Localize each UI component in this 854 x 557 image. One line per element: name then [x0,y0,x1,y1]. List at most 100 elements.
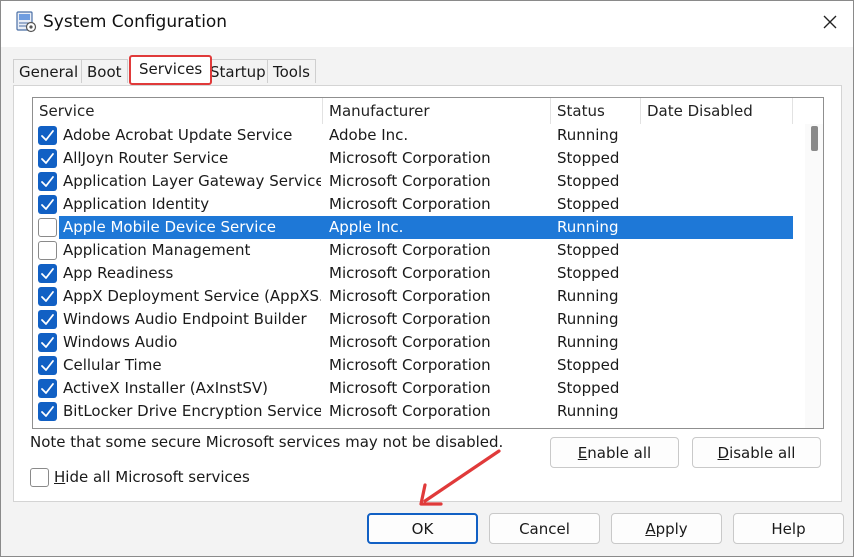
table-row[interactable]: Adobe Acrobat Update Service Adobe Inc. Ru… [33,124,805,147]
scrollbar-thumb[interactable] [811,126,818,151]
hide-microsoft-services-label: Hide all Microsoft services [54,468,250,486]
service-manufacturer: Microsoft Corporation [329,195,491,213]
service-manufacturer: Adobe Inc. [329,126,409,144]
ok-button[interactable]: OK [367,513,478,544]
service-manufacturer: Microsoft Corporation [329,149,491,167]
list-header: Service Manufacturer Status Date Disable… [33,98,823,124]
checkmark-icon [41,153,54,164]
close-button[interactable] [807,1,853,47]
service-status: Stopped [557,241,620,259]
service-checkbox[interactable] [38,195,57,214]
column-header-date-disabled[interactable]: Date Disabled [641,98,793,124]
column-header-manufacturer[interactable]: Manufacturer [323,98,551,124]
checkmark-icon [41,268,54,279]
checkmark-icon [41,176,54,187]
checkmark-icon [41,199,54,210]
service-name: Cellular Time [63,356,162,374]
service-status: Stopped [557,195,620,213]
checkmark-icon [41,314,54,325]
service-name: AppX Deployment Service (AppXS... [63,287,321,305]
checkmark-icon [41,383,54,394]
table-row[interactable]: BitLocker Drive Encryption Service Micros… [33,400,805,423]
system-configuration-icon [15,11,37,33]
tab-boot[interactable]: Boot [81,59,128,83]
table-row[interactable]: AllJoyn Router Service Microsoft Corporat… [33,147,805,170]
column-header-service[interactable]: Service [33,98,323,124]
service-checkbox[interactable] [38,310,57,329]
service-status: Stopped [557,264,620,282]
table-row[interactable]: App Readiness Microsoft Corporation Stoppe… [33,262,805,285]
service-checkbox[interactable] [38,218,57,237]
column-header-status[interactable]: Status [551,98,641,124]
table-row[interactable]: Application Identity Microsoft Corporatio… [33,193,805,216]
window-title: System Configuration [43,12,228,32]
hide-microsoft-services-checkbox[interactable] [30,468,49,487]
vertical-scrollbar[interactable] [805,124,823,428]
service-name: Application Layer Gateway Service [63,172,321,190]
service-name: Adobe Acrobat Update Service [63,126,293,144]
service-status: Stopped [557,172,620,190]
disable-all-button[interactable]: Disable all [692,437,821,468]
service-checkbox[interactable] [38,402,57,421]
table-row[interactable]: AppX Deployment Service (AppXS... Microso… [33,285,805,308]
services-list: Service Manufacturer Status Date Disable… [32,97,824,429]
checkmark-icon [41,360,54,371]
service-checkbox[interactable] [38,149,57,168]
service-name: Windows Audio [63,333,178,351]
hide-hotkey: H [54,468,66,486]
service-manufacturer: Apple Inc. [329,218,404,236]
service-status: Running [557,126,619,144]
table-row[interactable]: Cellular Time Microsoft Corporation Stoppe… [33,354,805,377]
system-configuration-window: System Configuration General Boot Servic… [0,0,854,557]
service-name: AllJoyn Router Service [63,149,229,167]
title-bar: System Configuration [1,1,853,47]
service-status: Running [557,402,619,420]
service-name: App Readiness [63,264,174,282]
apply-label: pply [655,519,688,538]
table-row[interactable]: Windows Audio Microsoft Corporation Runnin… [33,331,805,354]
cancel-button[interactable]: Cancel [489,513,600,544]
tab-general[interactable]: General [13,59,85,83]
disable-all-hotkey: D [717,443,730,462]
apply-hotkey: A [645,519,656,538]
service-manufacturer: Microsoft Corporation [329,310,491,328]
service-status: Stopped [557,356,620,374]
service-manufacturer: Microsoft Corporation [329,287,491,305]
service-checkbox[interactable] [38,126,57,145]
service-manufacturer: Microsoft Corporation [329,172,491,190]
disable-all-label: isable all [729,443,796,462]
table-row[interactable]: Application Management Microsoft Corporat… [33,239,805,262]
service-checkbox[interactable] [38,172,57,191]
tab-tools[interactable]: Tools [267,59,316,83]
service-status: Running [557,310,619,328]
table-row[interactable]: Application Layer Gateway Service Microso… [33,170,805,193]
enable-all-label: nable all [587,443,652,462]
service-name: Windows Audio Endpoint Builder [63,310,307,328]
service-checkbox[interactable] [38,287,57,306]
service-checkbox[interactable] [38,241,57,260]
table-row[interactable]: Apple Mobile Device Service Apple Inc. Run… [33,216,805,239]
tab-startup[interactable]: Startup [204,59,272,83]
service-name: BitLocker Drive Encryption Service [63,402,321,420]
service-checkbox[interactable] [38,356,57,375]
table-row[interactable]: Windows Audio Endpoint Builder Microsoft … [33,308,805,331]
service-checkbox[interactable] [38,264,57,283]
service-name: Application Identity [63,195,210,213]
checkmark-icon [41,130,54,141]
checkmark-icon [41,406,54,417]
table-row[interactable]: ActiveX Installer (AxInstSV) Microsoft Co… [33,377,805,400]
service-manufacturer: Microsoft Corporation [329,379,491,397]
service-status: Running [557,287,619,305]
apply-button[interactable]: Apply [611,513,722,544]
service-checkbox[interactable] [38,379,57,398]
service-manufacturer: Microsoft Corporation [329,356,491,374]
service-manufacturer: Microsoft Corporation [329,264,491,282]
service-name: Application Management [63,241,251,259]
service-name: ActiveX Installer (AxInstSV) [63,379,269,397]
tab-services[interactable]: Services [129,55,213,85]
service-manufacturer: Microsoft Corporation [329,402,491,420]
help-button[interactable]: Help [733,513,844,544]
service-checkbox[interactable] [38,333,57,352]
checkmark-icon [41,291,54,302]
enable-all-button[interactable]: Enable all [550,437,679,468]
